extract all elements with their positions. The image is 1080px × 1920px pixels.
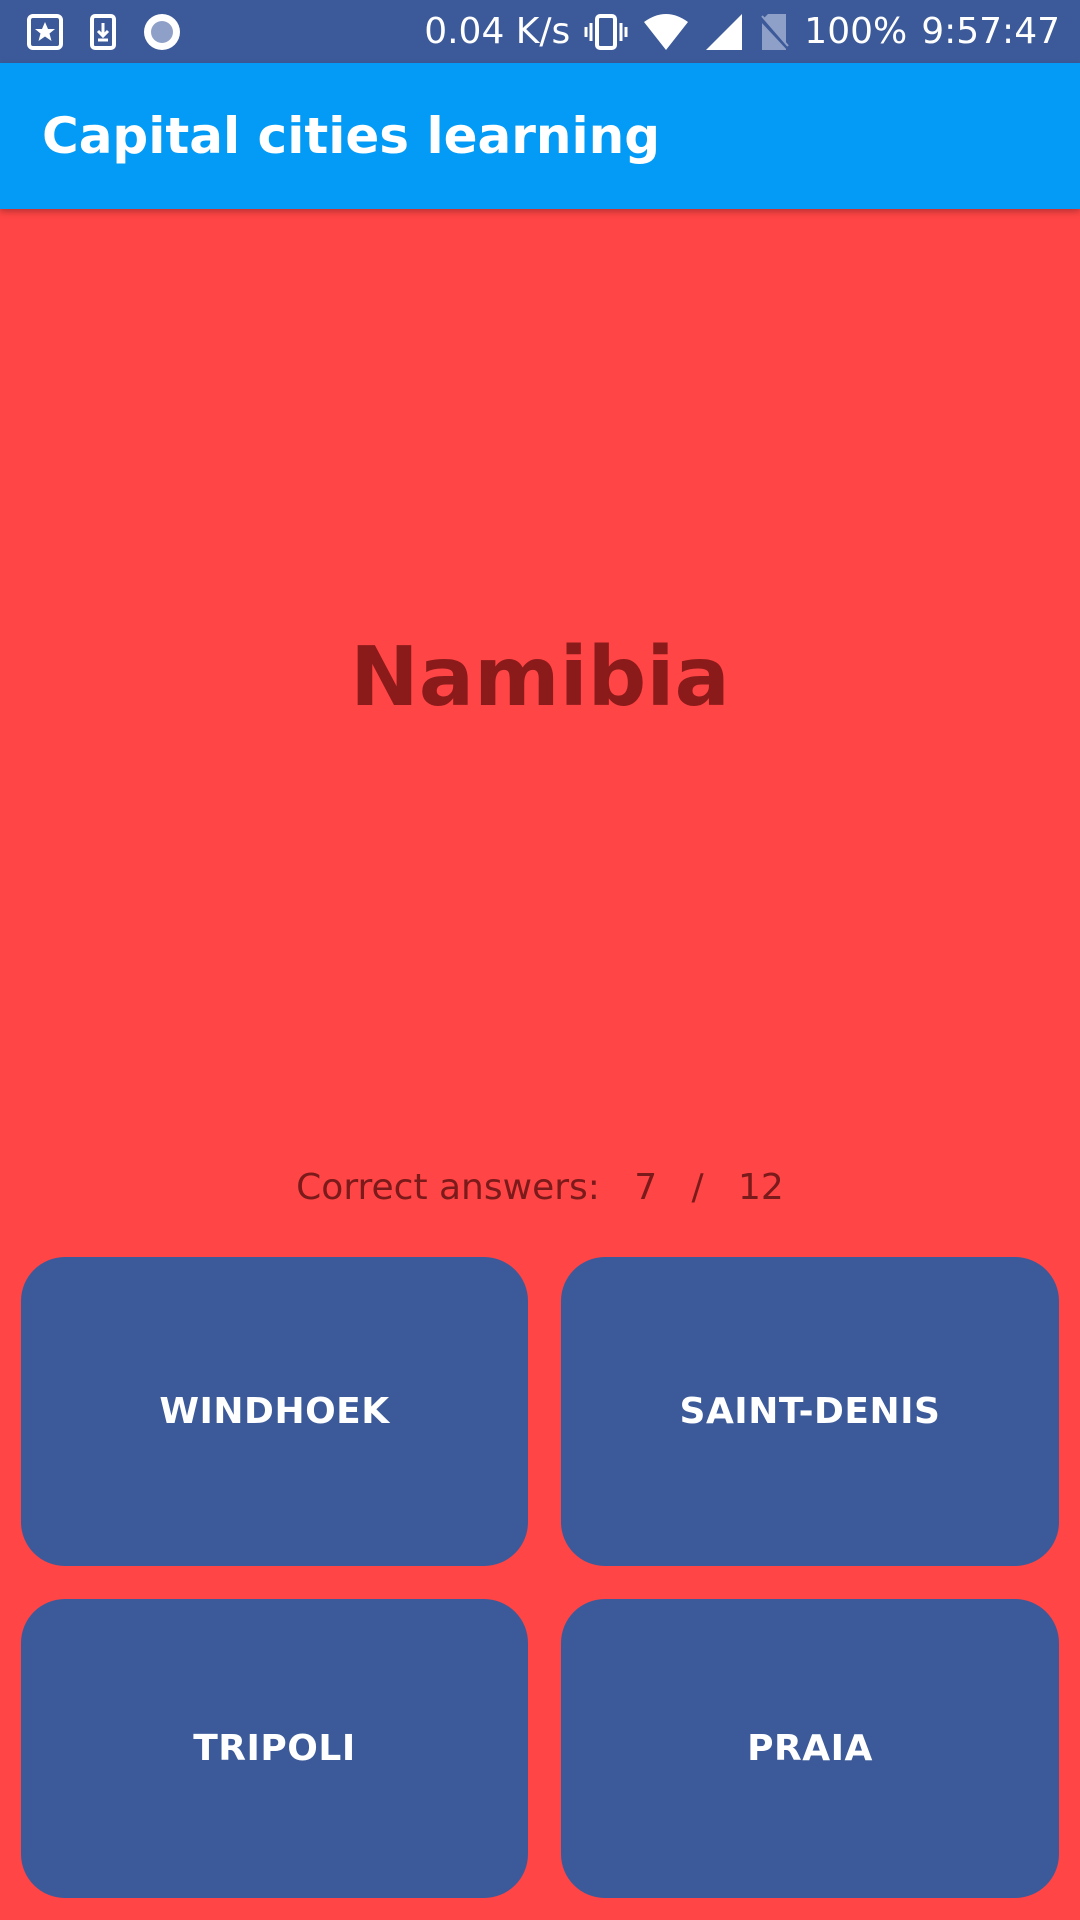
vibrate-icon (584, 13, 628, 51)
no-sim-icon (758, 12, 790, 52)
download-icon (90, 13, 116, 50)
app-title: Capital cities learning (42, 107, 661, 165)
bookmark-star-icon (26, 13, 64, 51)
score-separator: / (691, 1167, 704, 1208)
score-label: Correct answers: (296, 1167, 600, 1208)
answer-button-1[interactable]: WINDHOEK (21, 1257, 528, 1566)
clock: 9:57:47 (921, 11, 1060, 52)
battery-level: 100% (804, 11, 908, 52)
answer-button-2[interactable]: SAINT-DENIS (561, 1257, 1059, 1566)
score-text: Correct answers: 7 / 12 (0, 1167, 1080, 1208)
wifi-icon (642, 12, 690, 52)
network-speed: 0.04 K/s (424, 11, 571, 52)
country-name: Namibia (350, 630, 730, 725)
cell-signal-icon (704, 12, 744, 52)
answer-button-4[interactable]: PRAIA (561, 1599, 1059, 1898)
circle-dot-icon (142, 12, 182, 52)
score-correct: 7 (634, 1167, 658, 1208)
score-total: 12 (738, 1167, 784, 1208)
answer-button-3[interactable]: TRIPOLI (21, 1599, 528, 1898)
app-bar: Capital cities learning (0, 63, 1080, 209)
status-bar: 0.04 K/s 100% 9:57:47 (0, 0, 1080, 63)
status-bar-notifications (26, 10, 182, 53)
status-bar-system: 0.04 K/s 100% 9:57:47 (424, 0, 1060, 63)
